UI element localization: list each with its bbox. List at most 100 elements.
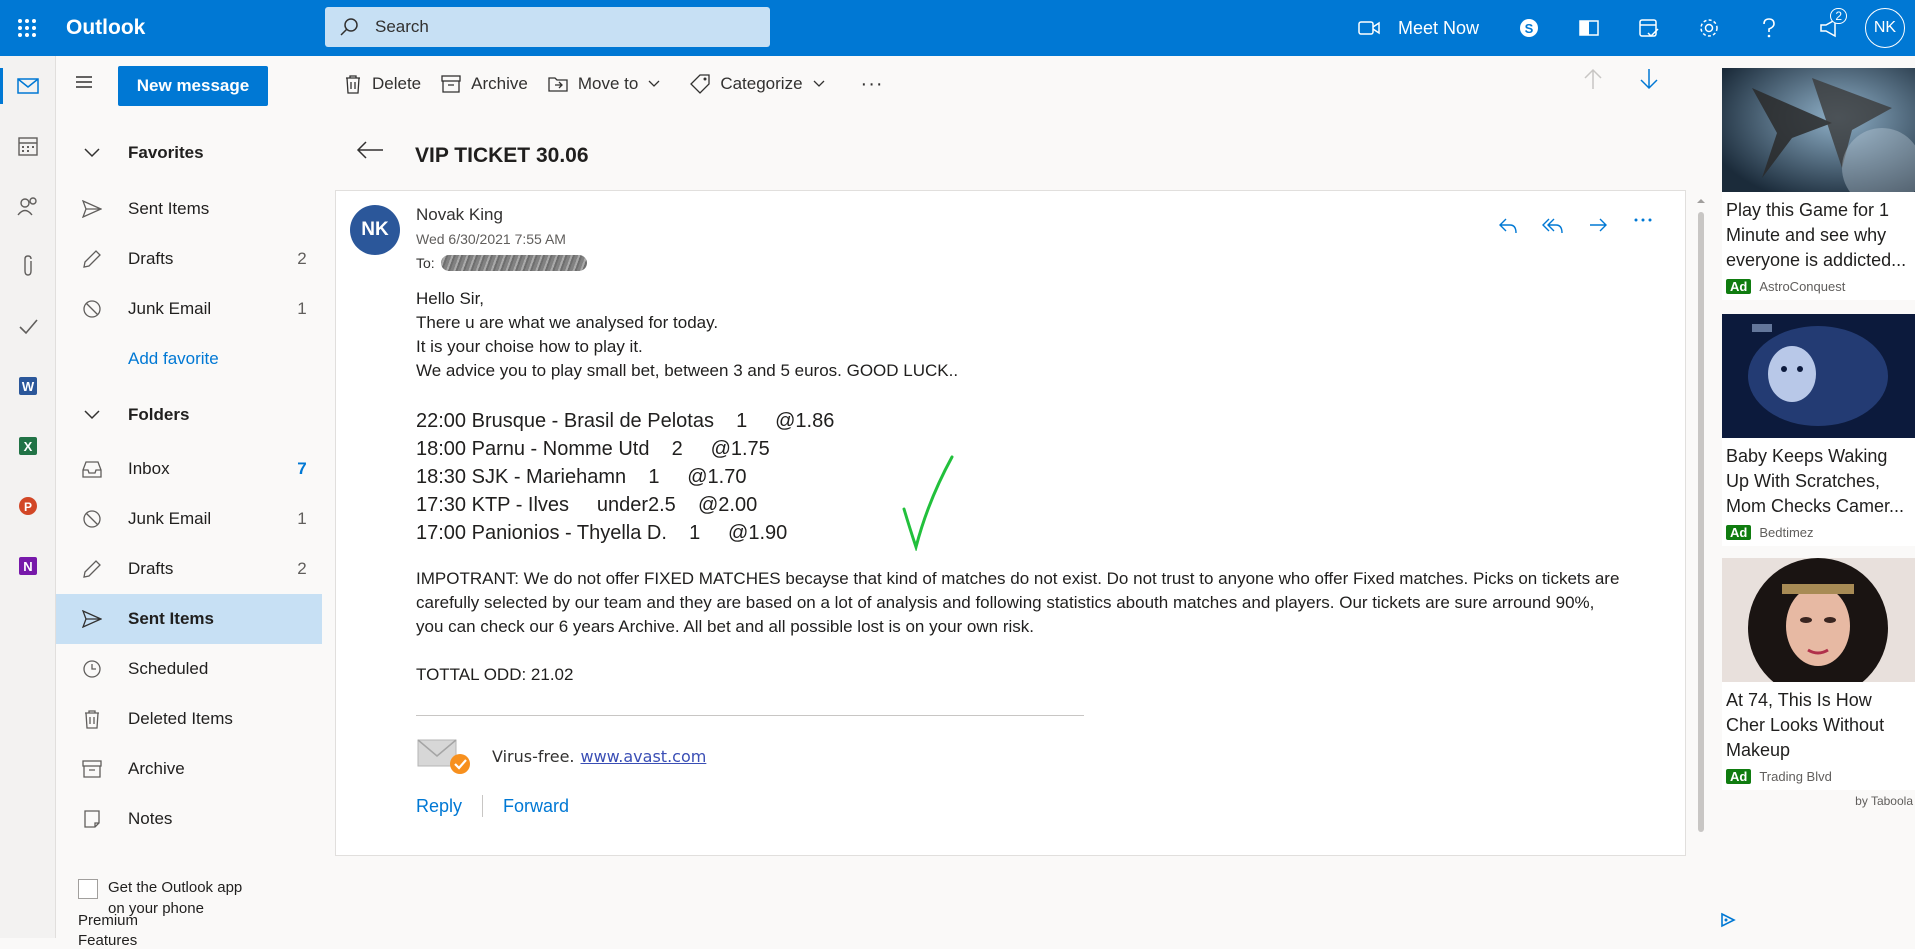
- calendar-check-icon: [1639, 19, 1659, 38]
- people-icon: [17, 197, 37, 216]
- reply-icon-button[interactable]: [1485, 217, 1530, 235]
- files-app-button[interactable]: [0, 236, 56, 296]
- help-button[interactable]: [1739, 0, 1799, 56]
- powerpoint-app-button[interactable]: P: [0, 476, 56, 536]
- svg-text:S: S: [1525, 21, 1534, 36]
- meet-now-button[interactable]: Meet Now: [1358, 18, 1479, 39]
- ad-card[interactable]: At 74, This Is How Cher Looks Without Ma…: [1722, 558, 1915, 790]
- ad-card[interactable]: Baby Keeps Waking Up With Scratches, Mom…: [1722, 314, 1915, 546]
- tag-icon: [690, 74, 710, 94]
- back-button[interactable]: [356, 140, 384, 160]
- folder-junk-email[interactable]: Junk Email 1: [56, 494, 322, 544]
- previous-message-button[interactable]: [1565, 68, 1621, 90]
- app-title[interactable]: Outlook: [54, 16, 318, 40]
- block-icon: [83, 510, 101, 528]
- account-avatar[interactable]: NK: [1865, 8, 1905, 48]
- forward-icon-button[interactable]: [1575, 217, 1620, 235]
- ad-tag: Ad: [1726, 769, 1752, 784]
- favorite-junk-email[interactable]: Junk Email 1: [56, 284, 322, 334]
- body-line: We advice you to play small bet, between…: [416, 361, 959, 380]
- move-to-label: Move to: [577, 74, 639, 93]
- adchoices-button[interactable]: [1720, 912, 1736, 928]
- categorize-button[interactable]: Categorize: [680, 64, 844, 104]
- notification-badge: 2: [1830, 8, 1847, 24]
- reading-pane-scrollbar[interactable]: [1695, 196, 1707, 856]
- mail-app-button[interactable]: [0, 56, 56, 116]
- add-favorite-link[interactable]: Add favorite: [56, 334, 322, 384]
- mail-icon: [17, 78, 39, 94]
- next-message-button[interactable]: [1621, 68, 1677, 90]
- paperclip-icon: [24, 255, 32, 276]
- pick-row: 17:00 Panionios - Thyella D. 1 @1.90: [416, 522, 788, 544]
- onenote-app-button[interactable]: N: [0, 536, 56, 596]
- forward-link[interactable]: Forward: [503, 796, 569, 817]
- delete-button[interactable]: Delete: [334, 64, 431, 104]
- pick-row: 22:00 Brusque - Brasil de Pelotas 1 @1.8…: [416, 410, 835, 432]
- folder-drafts[interactable]: Drafts 2: [56, 544, 322, 594]
- folder-label: Drafts: [128, 559, 174, 578]
- ad-image-spaceship: [1722, 68, 1915, 192]
- archive-label: Archive: [471, 74, 528, 93]
- search-placeholder: Search: [375, 17, 429, 36]
- archive-button[interactable]: Archive: [431, 64, 538, 104]
- favorite-sent-items[interactable]: Sent Items: [56, 184, 322, 234]
- message-subject: VIP TICKET 30.06: [415, 144, 589, 167]
- chevron-down-icon: [84, 410, 100, 420]
- body-line: There u are what we analysed for today.: [416, 313, 719, 332]
- reply-link[interactable]: Reply: [416, 796, 462, 817]
- office-button[interactable]: [1559, 0, 1619, 56]
- my-day-button[interactable]: [1619, 0, 1679, 56]
- search-input[interactable]: Search: [325, 7, 770, 47]
- reply-separator: [482, 795, 484, 817]
- inbox-icon: [82, 461, 102, 478]
- arrow-left-icon: [356, 141, 383, 159]
- people-app-button[interactable]: [0, 176, 56, 236]
- calendar-app-button[interactable]: [0, 116, 56, 176]
- ad-card[interactable]: Play this Game for 1 Minute and see why …: [1722, 68, 1915, 300]
- sender-avatar[interactable]: NK: [350, 205, 400, 255]
- svg-text:N: N: [23, 559, 32, 574]
- word-app-button[interactable]: W: [0, 356, 56, 416]
- folder-inbox[interactable]: Inbox 7: [56, 444, 322, 494]
- skype-icon: S: [1520, 19, 1538, 37]
- pencil-icon: [83, 250, 101, 268]
- folder-count: 2: [297, 249, 307, 268]
- avast-link[interactable]: www.avast.com: [581, 747, 707, 766]
- more-icon: [1634, 218, 1651, 222]
- excel-icon: X: [19, 437, 37, 455]
- more-actions-button[interactable]: ···: [845, 64, 900, 104]
- reply-all-icon: [1541, 218, 1563, 234]
- skype-button[interactable]: S: [1499, 0, 1559, 56]
- scrollbar-thumb[interactable]: [1698, 212, 1704, 832]
- favorite-drafts[interactable]: Drafts 2: [56, 234, 322, 284]
- folder-notes[interactable]: Notes: [56, 794, 322, 844]
- delete-label: Delete: [372, 74, 422, 93]
- ad-tag: Ad: [1726, 525, 1752, 540]
- reply-all-icon-button[interactable]: [1530, 217, 1575, 235]
- move-to-button[interactable]: Move to: [538, 64, 680, 104]
- favorites-header[interactable]: Favorites: [56, 128, 322, 178]
- folder-deleted-items[interactable]: Deleted Items: [56, 694, 322, 744]
- message-more-button[interactable]: [1620, 217, 1665, 235]
- redacted-recipient: [440, 255, 587, 271]
- new-message-button[interactable]: New message: [118, 66, 268, 106]
- taboola-credit[interactable]: by Taboola: [1855, 794, 1913, 808]
- feedback-button[interactable]: 2: [1799, 0, 1859, 56]
- reading-pane: VIP TICKET 30.06 NK Novak King Wed 6/30/…: [322, 112, 1715, 938]
- message-card: NK Novak King Wed 6/30/2021 7:55 AM To: …: [335, 190, 1686, 856]
- folder-sent-items[interactable]: Sent Items: [56, 594, 322, 644]
- checkmark-icon: [19, 319, 38, 335]
- settings-button[interactable]: [1679, 0, 1739, 56]
- sender-name[interactable]: Novak King: [416, 205, 503, 225]
- folder-scheduled[interactable]: Scheduled: [56, 644, 322, 694]
- excel-app-button[interactable]: X: [0, 416, 56, 476]
- todo-app-button[interactable]: [0, 296, 56, 356]
- app-launcher-button[interactable]: [0, 0, 54, 56]
- avast-signature: Virus-free. www.avast.com: [416, 736, 706, 776]
- folders-header[interactable]: Folders: [56, 390, 322, 440]
- hamburger-button[interactable]: [74, 74, 94, 90]
- premium-line: Premium: [78, 912, 139, 929]
- folder-archive[interactable]: Archive: [56, 744, 322, 794]
- body-line: It is your choise how to play it.: [416, 337, 643, 356]
- pencil-icon: [83, 560, 101, 578]
